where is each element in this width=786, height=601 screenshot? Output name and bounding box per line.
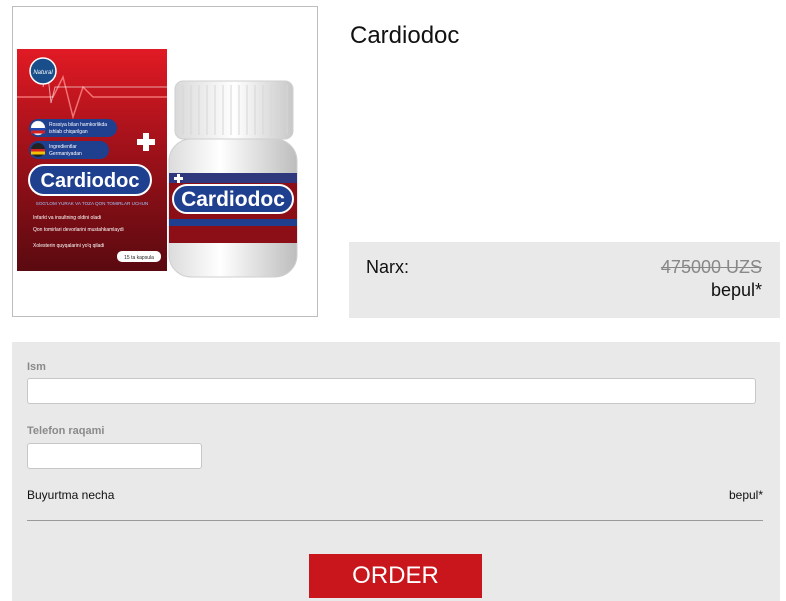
capsule-count: 15 ta kapsula	[124, 255, 154, 261]
quantity-label: Buyurtma necha	[27, 488, 115, 502]
order-form: Ism Telefon raqami Buyurtma necha bepul*…	[12, 342, 780, 601]
box-brand-text: Cardiodoc	[41, 170, 140, 192]
product-image: Natural Rossiya bilan hamkorlikda ishlab…	[12, 6, 318, 317]
benefit-2: Qon tomirlari devorlarini mustahkamlaydi	[33, 227, 124, 233]
box-text-1: Rossiya bilan hamkorlikda	[49, 122, 107, 128]
phone-label: Telefon raqami	[27, 425, 105, 437]
box-text-3: Ingredientlar	[49, 144, 77, 150]
price-panel: Narx: 475000 UZS bepul*	[349, 242, 780, 318]
benefit-1: Infarkt va insultning oldini oladi	[33, 215, 101, 221]
divider	[27, 520, 763, 521]
order-button[interactable]: ORDER	[309, 554, 482, 598]
product-box: Natural Rossiya bilan hamkorlikda ishlab…	[17, 49, 167, 271]
bottle-brand-text: Cardiodoc	[181, 188, 285, 211]
product-bottle: Cardiodoc	[168, 80, 298, 278]
benefit-3: Xolesterin quyqalarini yo'q qiladi	[33, 243, 104, 249]
box-tagline: SOG'LOM YURAK VA TOZA QON TOMIRLAR UCHUN	[36, 201, 148, 206]
product-illustration: Natural Rossiya bilan hamkorlikda ishlab…	[17, 49, 298, 278]
brand-logo-text: Natural	[33, 70, 53, 76]
old-price: 475000 UZS	[660, 257, 762, 277]
name-input[interactable]	[27, 378, 756, 404]
quantity-price: bepul*	[728, 488, 763, 502]
box-text-4: Germaniyadan	[49, 151, 82, 157]
box-text-2: ishlab chiqarilgan	[49, 129, 88, 135]
price-label: Narx:	[366, 257, 410, 277]
name-label: Ism	[27, 361, 46, 373]
product-title: Cardiodoc	[350, 22, 460, 49]
phone-input[interactable]	[27, 443, 202, 469]
new-price: bepul*	[710, 280, 762, 300]
